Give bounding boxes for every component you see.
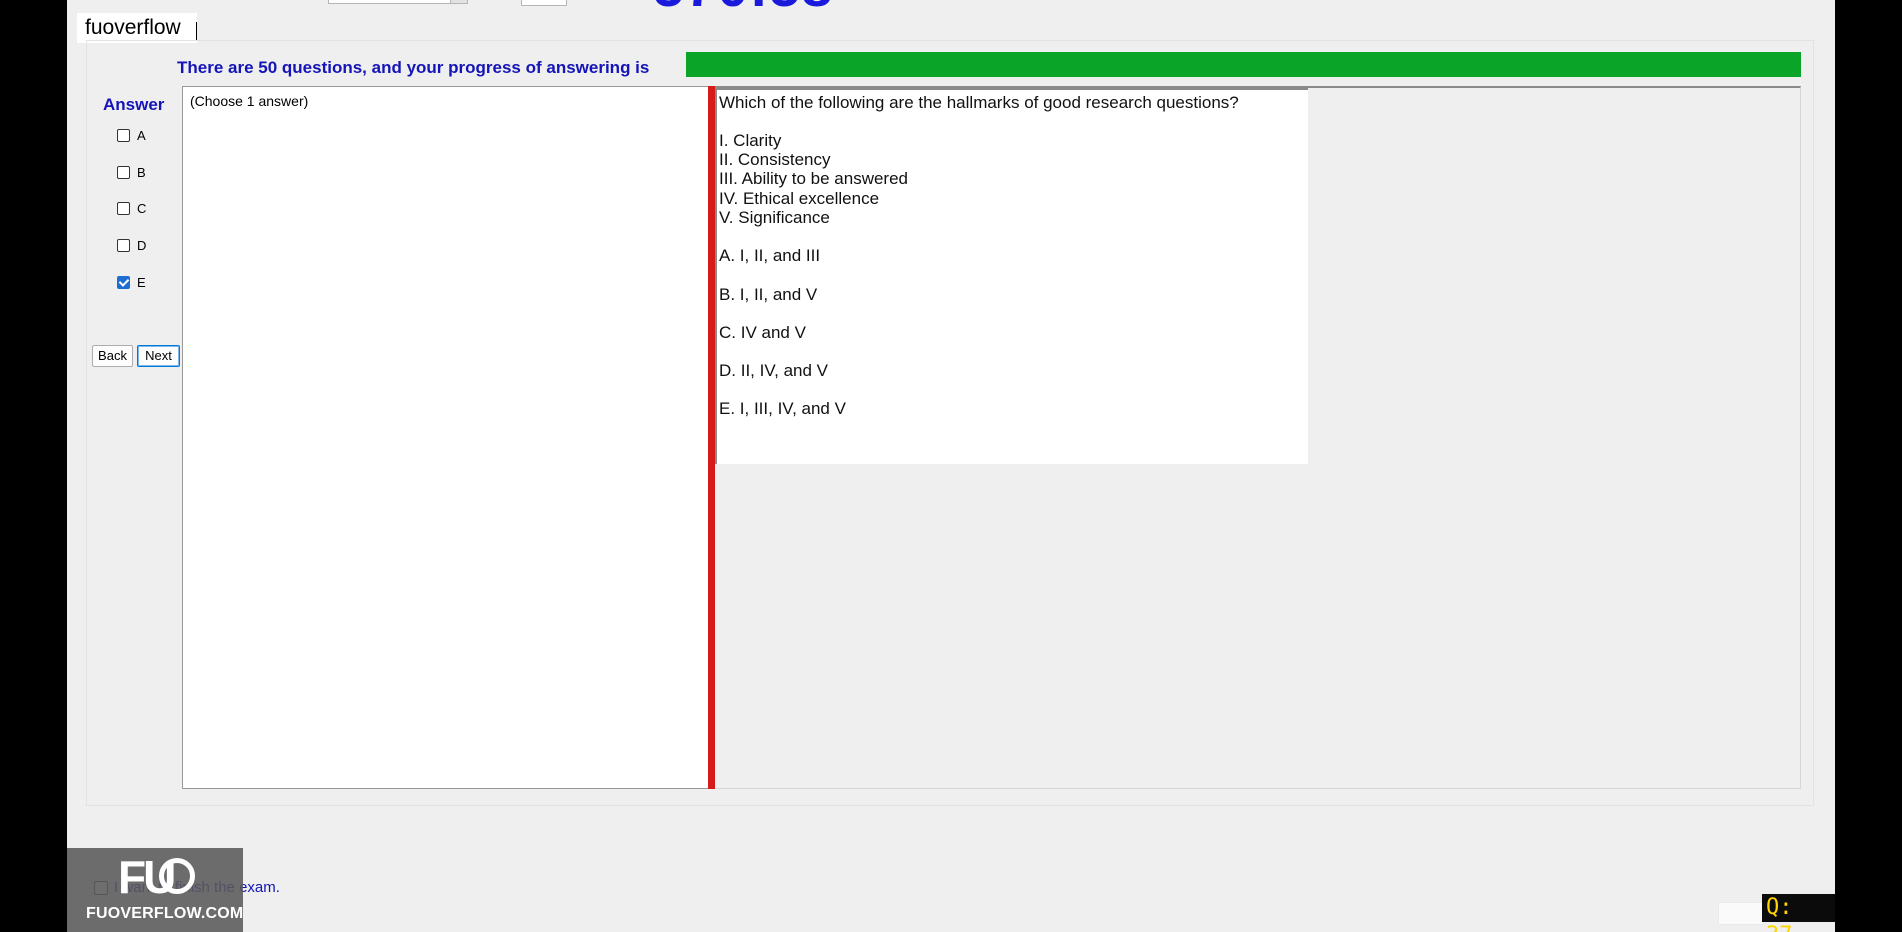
question-choice: E. I, III, IV, and V (719, 399, 846, 418)
text-caret (196, 22, 197, 40)
answer-option-b[interactable]: B (117, 162, 146, 182)
question-counter: Q: 37 (1762, 894, 1835, 932)
instruction-pane: (Choose 1 answer) (182, 86, 710, 789)
top-dropdown[interactable] (328, 0, 468, 4)
instruction-text: (Choose 1 answer) (190, 93, 309, 109)
answer-option-a[interactable]: A (117, 125, 146, 145)
logo-o-ring-icon (159, 858, 195, 894)
question-item: II. Consistency (719, 150, 831, 169)
answer-option-label: E (137, 274, 146, 290)
small-status-box (1718, 902, 1764, 925)
question-stem: Which of the following are the hallmarks… (719, 93, 1239, 112)
countdown-timer: 570:58 (653, 0, 833, 19)
progress-bar-fill (686, 52, 1801, 77)
answer-option-label: D (137, 237, 147, 253)
logo-site-text: FUOVERFLOW.COM (86, 905, 244, 922)
question-choice: D. II, IV, and V (719, 361, 828, 380)
question-item: IV. Ethical excellence (719, 189, 880, 208)
answer-option-d[interactable]: D (117, 235, 146, 255)
dropdown-arrow-icon[interactable] (450, 0, 467, 3)
app-title: fuoverflow (77, 13, 197, 43)
checkbox[interactable] (117, 201, 130, 215)
question-choice: B. I, II, and V (719, 285, 818, 304)
pane-splitter[interactable] (708, 86, 715, 789)
answer-option-label: A (137, 127, 146, 143)
exam-window: 570:58 fuoverflow There are 50 questions… (67, 0, 1835, 932)
progress-label: There are 50 questions, and your progres… (177, 58, 650, 77)
question-item: V. Significance (719, 208, 830, 227)
checkbox[interactable] (117, 165, 130, 179)
question-choice: A. I, II, and III (719, 246, 821, 265)
fuoverflow-watermark-logo: FU FUOVERFLOW.COM (67, 848, 243, 932)
answer-heading: Answer (103, 95, 165, 114)
answer-option-e[interactable]: E (117, 272, 146, 292)
progress-bar (686, 52, 1801, 77)
question-pane: Which of the following are the hallmarks… (715, 86, 1308, 464)
question-choice: C. IV and V (719, 323, 806, 342)
back-button[interactable]: Back (92, 345, 133, 367)
answer-option-label: B (137, 164, 146, 180)
question-item: III. Ability to be answered (719, 169, 908, 188)
answer-option-c[interactable]: C (117, 198, 146, 218)
top-small-control[interactable] (521, 0, 567, 6)
checkbox[interactable] (117, 128, 130, 142)
next-button[interactable]: Next (137, 345, 180, 367)
checkbox[interactable] (117, 275, 130, 289)
answer-option-label: C (137, 200, 147, 216)
checkbox[interactable] (117, 238, 130, 252)
question-item: I. Clarity (719, 131, 782, 150)
